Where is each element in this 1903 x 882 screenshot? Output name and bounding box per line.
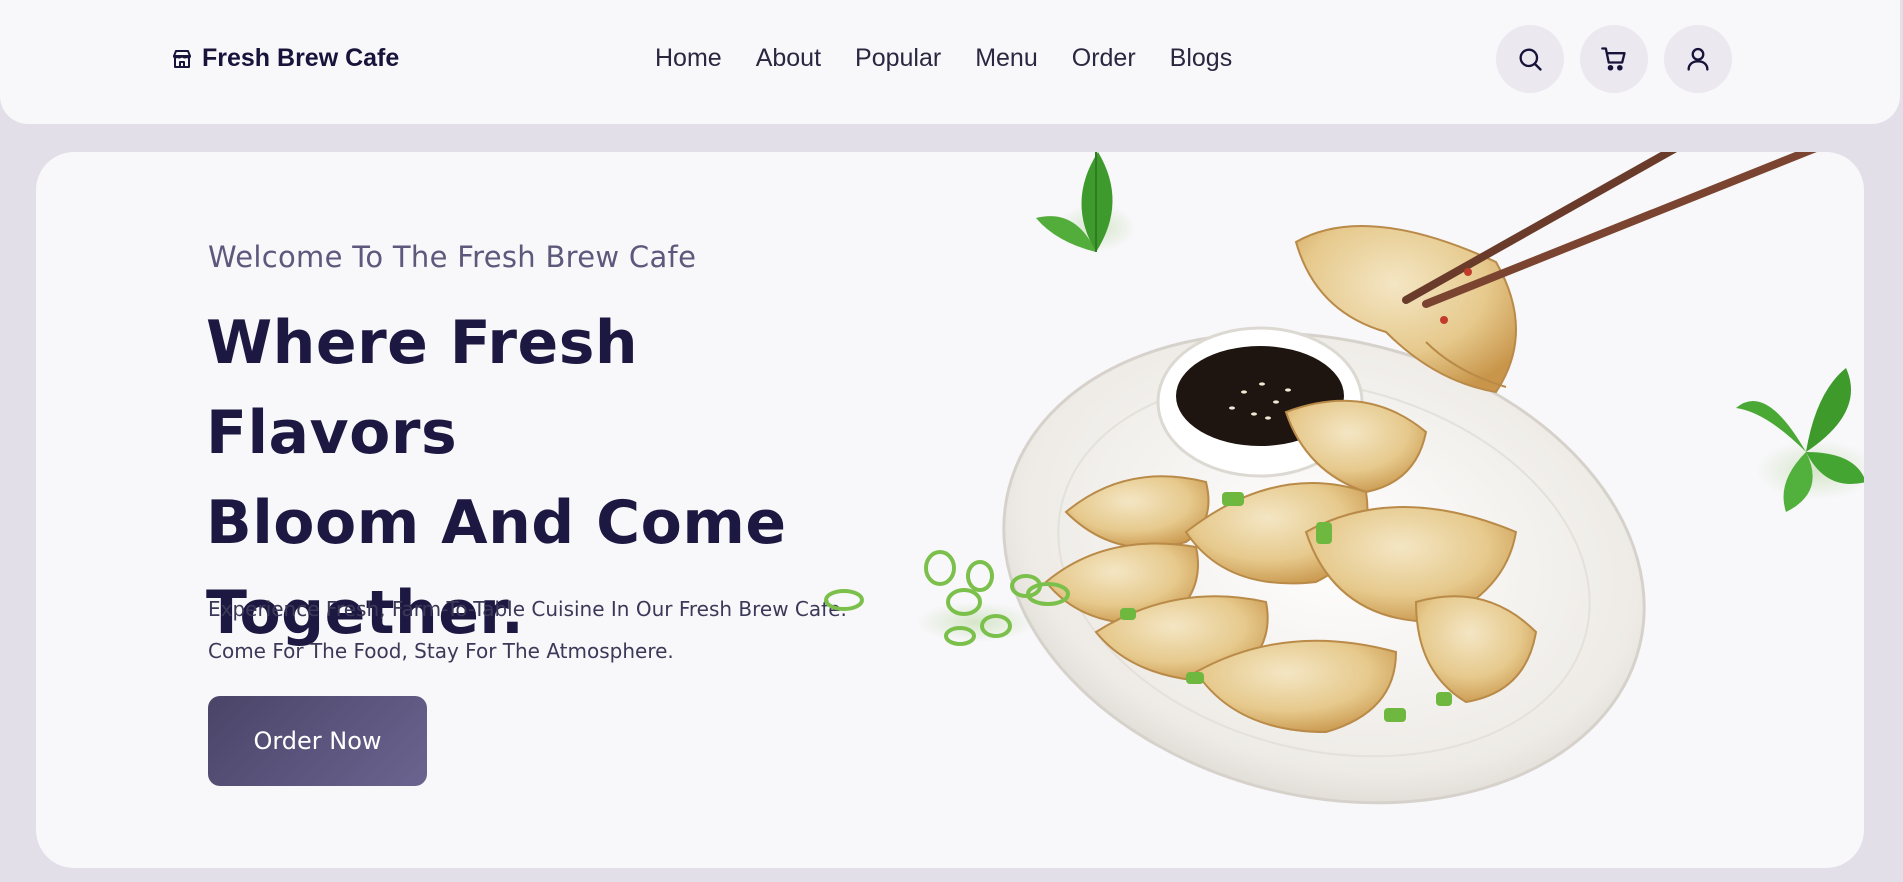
cart-button[interactable] bbox=[1580, 25, 1648, 93]
brand-logo[interactable]: Fresh Brew Cafe bbox=[170, 44, 399, 73]
top-navbar: Fresh Brew Cafe Home About Popular Menu … bbox=[0, 0, 1900, 124]
store-icon bbox=[173, 49, 191, 68]
search-icon bbox=[1519, 48, 1542, 71]
nav-actions bbox=[1496, 25, 1732, 93]
nav-link-menu[interactable]: Menu bbox=[975, 44, 1038, 73]
search-button[interactable] bbox=[1496, 25, 1564, 93]
cart-icon bbox=[1601, 47, 1626, 71]
user-button[interactable] bbox=[1664, 25, 1732, 93]
main-nav: Home About Popular Menu Order Blogs bbox=[655, 44, 1232, 73]
nav-link-order[interactable]: Order bbox=[1072, 44, 1136, 73]
nav-link-home[interactable]: Home bbox=[655, 44, 722, 73]
plate-with-dumplings bbox=[1002, 326, 1646, 805]
mint-leaves-right bbox=[1736, 368, 1864, 512]
nav-link-popular[interactable]: Popular bbox=[855, 44, 941, 73]
hero-food-image bbox=[824, 152, 1864, 805]
nav-link-blogs[interactable]: Blogs bbox=[1170, 44, 1233, 73]
hero-section: Welcome To The Fresh Brew Cafe Where Fre… bbox=[36, 152, 1864, 868]
nav-link-about[interactable]: About bbox=[756, 44, 821, 73]
mint-leaves bbox=[1036, 152, 1136, 252]
user-icon bbox=[1687, 47, 1709, 71]
brand-name: Fresh Brew Cafe bbox=[202, 44, 400, 72]
